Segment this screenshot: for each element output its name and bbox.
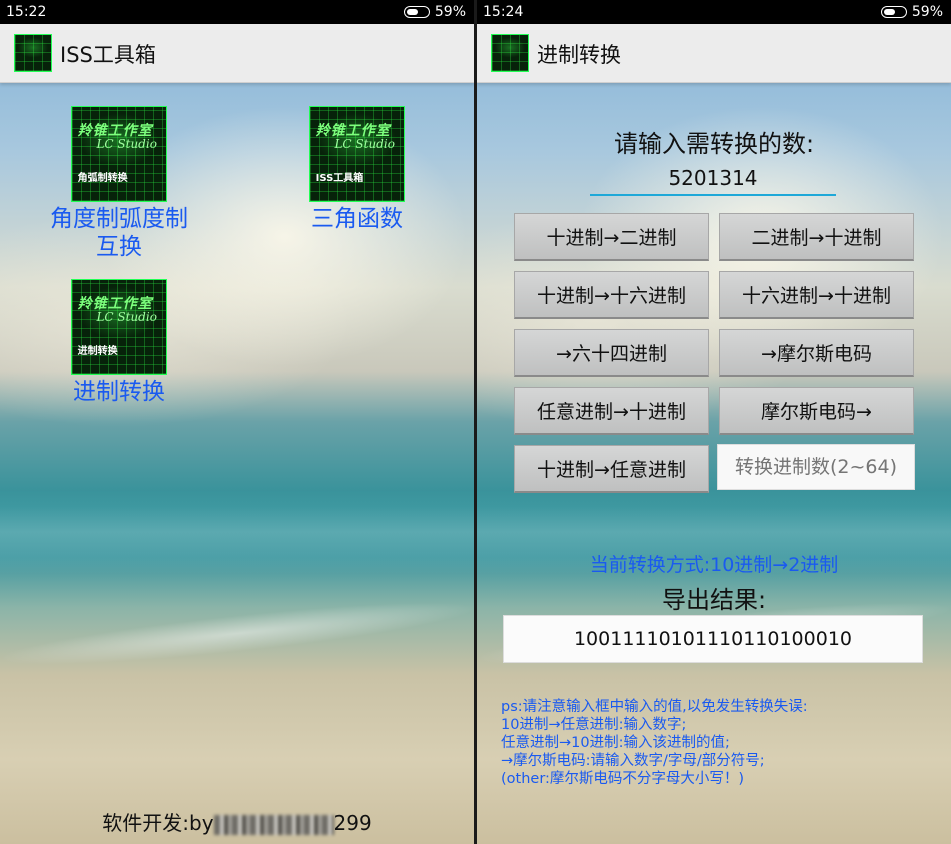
app-logo-icon bbox=[14, 34, 52, 72]
radix-input[interactable] bbox=[717, 444, 915, 490]
app-logo-icon bbox=[491, 34, 529, 72]
number-input[interactable] bbox=[590, 162, 836, 196]
battery-indicator: 59% bbox=[403, 4, 466, 20]
any-to-dec-button[interactable]: 任意进制→十进制 bbox=[514, 387, 709, 435]
radix-conversion-item[interactable]: 羚锥工作室 LC Studio 进制转换 进制转换 bbox=[52, 279, 186, 406]
dec-to-any-button[interactable]: 十进制→任意进制 bbox=[514, 445, 709, 493]
status-time: 15:24 bbox=[483, 4, 524, 20]
credit-prefix: 软件开发:by bbox=[102, 811, 214, 835]
trig-functions-item[interactable]: 羚锥工作室 LC Studio ISS工具箱 三角函数 bbox=[290, 106, 424, 233]
angle-radian-label[interactable]: 角度制弧度制 互换 bbox=[38, 205, 200, 261]
battery-fill bbox=[883, 8, 896, 15]
note-line: →摩尔斯电码:请输入数字/字母/部分符号; bbox=[501, 753, 765, 769]
angle-radian-converter-item[interactable]: 羚锥工作室 LC Studio 角弧制转换 角度制弧度制 互换 bbox=[38, 106, 200, 261]
result-field[interactable]: 10011110101110110100010 bbox=[503, 615, 923, 663]
credit-suffix: 299 bbox=[333, 811, 372, 835]
input-prompt: 请输入需转换的数: bbox=[613, 130, 815, 158]
usage-notes: ps:请注意输入框中输入的值,以免发生转换失误: 10进制→任意进制:输入数字;… bbox=[501, 698, 941, 788]
status-bar: 15:24 59% bbox=[477, 0, 951, 24]
to-morse-button[interactable]: →摩尔斯电码 bbox=[719, 329, 914, 377]
battery-indicator: 59% bbox=[880, 4, 943, 20]
dec-to-hex-button[interactable]: 十进制→十六进制 bbox=[514, 271, 709, 319]
to-base64-button[interactable]: →六十四进制 bbox=[514, 329, 709, 377]
dec-to-bin-button[interactable]: 十进制→二进制 bbox=[514, 213, 709, 261]
result-value: 10011110101110110100010 bbox=[573, 628, 853, 650]
developer-credit: 软件开发:by 299 bbox=[0, 807, 474, 836]
note-line: ps:请注意输入框中输入的值,以免发生转换失误: bbox=[501, 699, 808, 715]
current-mode-text: 当前转换方式:10进制→2进制 bbox=[589, 554, 839, 576]
radix-conversion-icon[interactable]: 羚锥工作室 LC Studio 进制转换 bbox=[71, 279, 167, 375]
angle-radian-icon[interactable]: 羚锥工作室 LC Studio 角弧制转换 bbox=[71, 106, 167, 202]
note-line: (other:摩尔斯电码不分字母大小写！) bbox=[501, 771, 745, 787]
left-screen: 15:22 59% ISS工具箱 羚锥工作室 LC Studio 角弧制转换 角… bbox=[0, 0, 474, 844]
app-bar: ISS工具箱 bbox=[0, 24, 474, 83]
redacted-name bbox=[213, 814, 334, 835]
right-screen: 15:24 59% 进制转换 请输入需转换的数: 十进制→二进制 二进制→十进制… bbox=[477, 0, 951, 844]
bin-to-dec-button[interactable]: 二进制→十进制 bbox=[719, 213, 914, 261]
result-label: 导出结果: bbox=[661, 586, 767, 614]
battery-icon bbox=[880, 6, 907, 18]
status-time: 15:22 bbox=[6, 4, 47, 20]
app-title: ISS工具箱 bbox=[60, 43, 156, 67]
note-line: 任意进制→10进制:输入该进制的值; bbox=[501, 735, 730, 751]
battery-icon bbox=[403, 6, 430, 18]
battery-percent: 59% bbox=[434, 4, 466, 20]
battery-fill bbox=[406, 8, 419, 15]
battery-percent: 59% bbox=[911, 4, 943, 20]
status-bar: 15:22 59% bbox=[0, 0, 474, 24]
note-line: 10进制→任意进制:输入数字; bbox=[501, 717, 687, 733]
trig-functions-label[interactable]: 三角函数 bbox=[290, 205, 424, 233]
app-bar: 进制转换 bbox=[477, 24, 951, 83]
trig-functions-icon[interactable]: 羚锥工作室 LC Studio ISS工具箱 bbox=[309, 106, 405, 202]
app-title: 进制转换 bbox=[537, 43, 621, 67]
from-morse-button[interactable]: 摩尔斯电码→ bbox=[719, 387, 914, 435]
hex-to-dec-button[interactable]: 十六进制→十进制 bbox=[719, 271, 914, 319]
radix-conversion-label[interactable]: 进制转换 bbox=[52, 378, 186, 406]
